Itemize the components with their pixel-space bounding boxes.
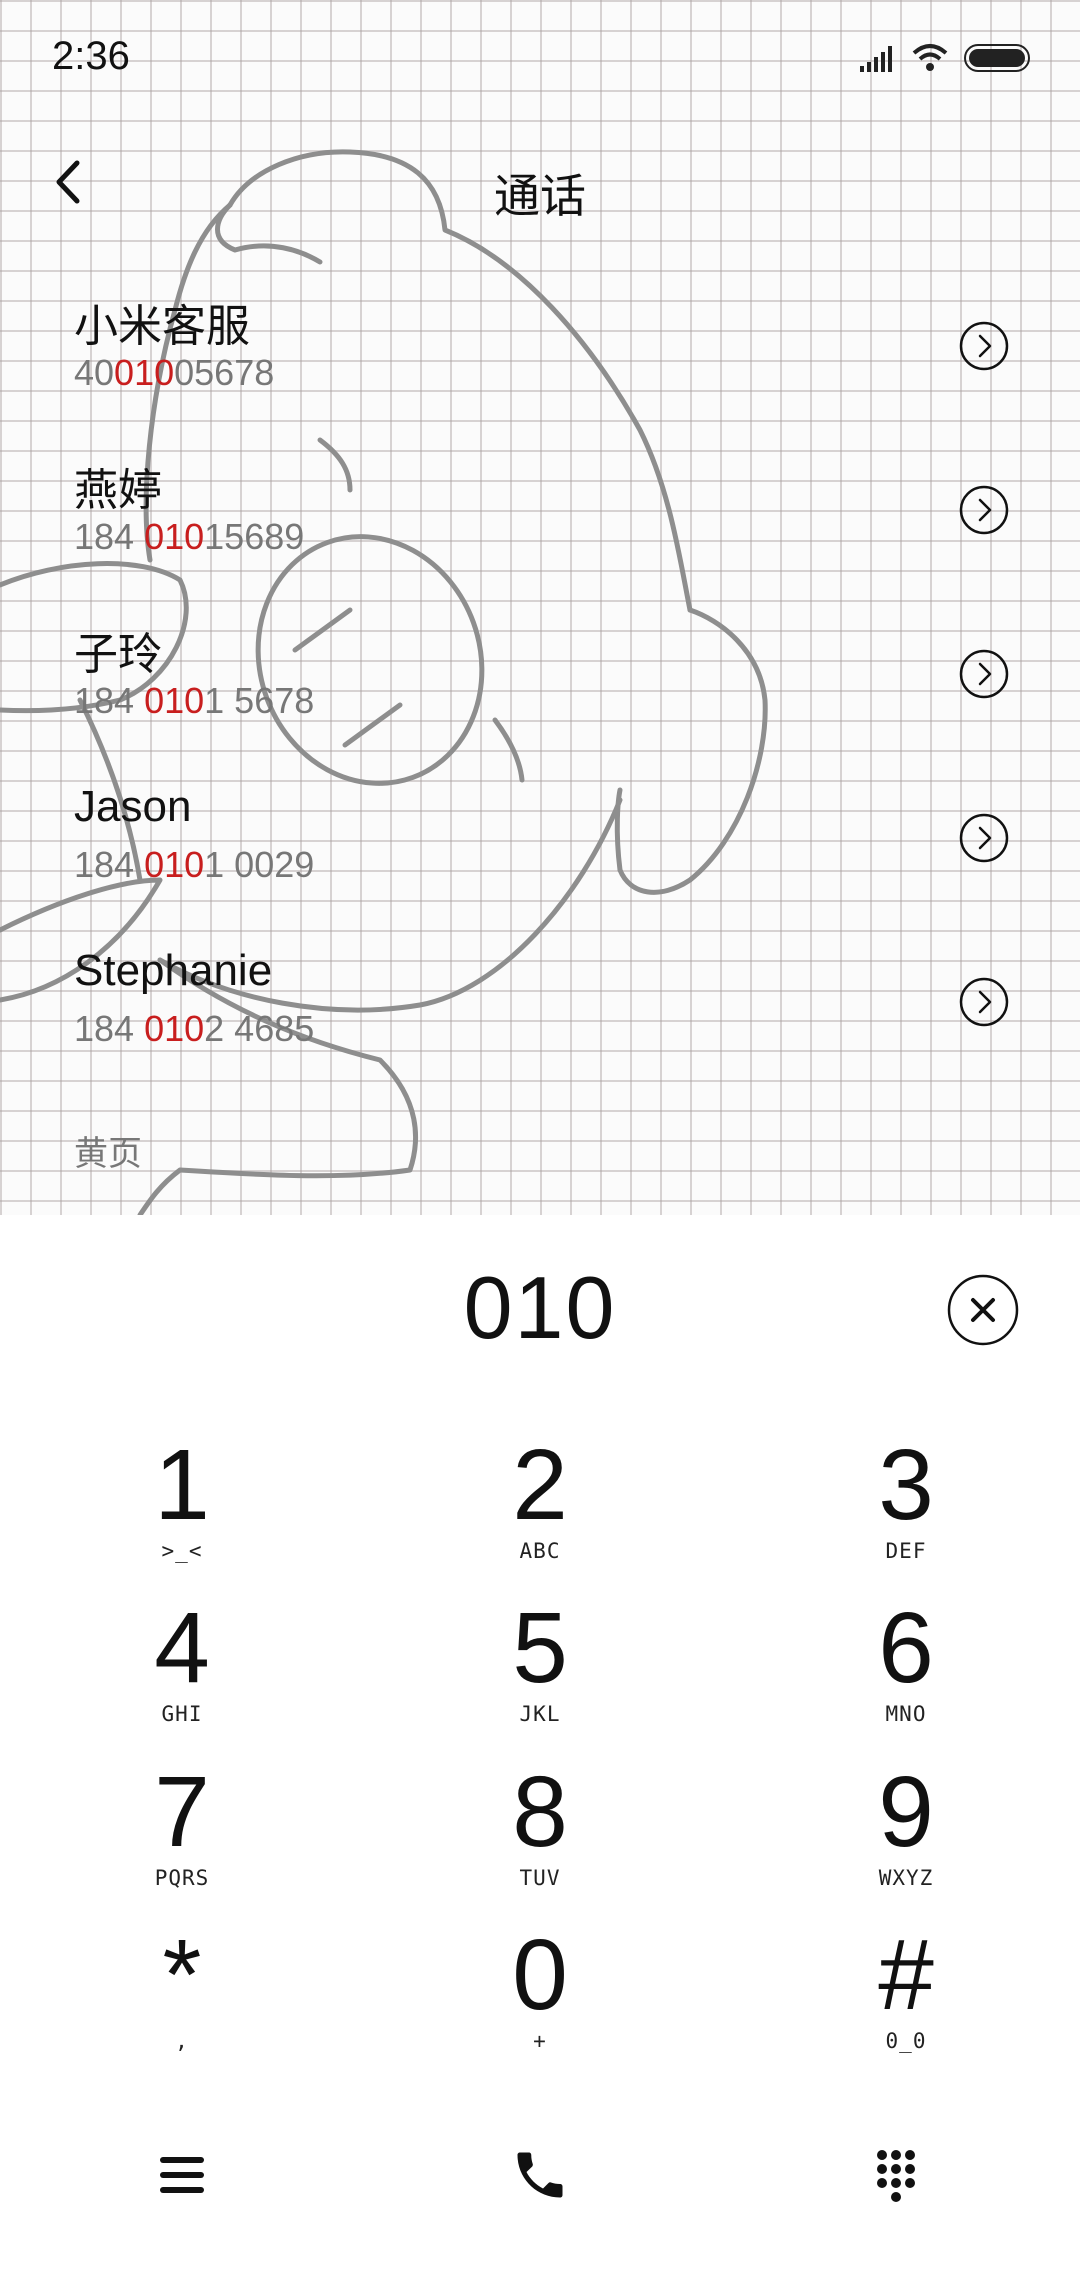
wifi-icon xyxy=(912,44,948,71)
key-digit: 5 xyxy=(512,1592,568,1704)
page-title: 通话 xyxy=(494,170,586,222)
key-letters: JKL xyxy=(519,1702,561,1726)
key-digit: 6 xyxy=(878,1592,934,1704)
key-7[interactable]: 7 PQRS xyxy=(82,1762,282,1912)
key-digit: 8 xyxy=(512,1756,568,1868)
list-item-contact[interactable]: Stephanie 184 0102 4685 xyxy=(0,946,1080,1096)
key-letters: MNO xyxy=(885,1702,927,1726)
contact-number: 184 01015689 xyxy=(74,516,305,557)
key-digit: 4 xyxy=(154,1592,210,1704)
status-time: 2:36 xyxy=(52,34,130,78)
chevron-circle-right-icon[interactable] xyxy=(958,976,1010,1028)
status-icons xyxy=(860,40,1032,76)
wallpaper-area: 2:36 通话 小米客服 4001005678 燕婷 184 01015689 … xyxy=(0,0,1080,1215)
key-digit: * xyxy=(162,1919,202,2031)
chevron-circle-right-icon[interactable] xyxy=(958,484,1010,536)
key-0[interactable]: 0 + xyxy=(440,1925,640,2075)
key-letters: >_< xyxy=(161,1539,203,1563)
key-digit: 9 xyxy=(878,1756,934,1868)
contact-name: 小米客服 xyxy=(74,302,250,351)
key-9[interactable]: 9 WXYZ xyxy=(806,1762,1006,1912)
key-letters: GHI xyxy=(161,1702,203,1726)
close-circle-icon[interactable] xyxy=(946,1273,1020,1347)
key-letters: TUV xyxy=(519,1866,561,1890)
key-hash[interactable]: # 0_0 xyxy=(806,1925,1006,2075)
status-bar: 2:36 xyxy=(0,0,1080,120)
phone-screen: 2:36 通话 小米客服 4001005678 燕婷 184 01015689 … xyxy=(0,0,1080,2280)
key-2[interactable]: 2 ABC xyxy=(440,1435,640,1585)
list-item-contact[interactable]: Jason 184 0101 0029 xyxy=(0,782,1080,932)
key-digit: # xyxy=(878,1919,934,2031)
key-letters: + xyxy=(533,2029,547,2053)
contact-number: 4001005678 xyxy=(74,352,275,393)
key-star[interactable]: * , xyxy=(82,1925,282,2075)
contact-number: 184 0101 0029 xyxy=(74,844,315,885)
chevron-circle-right-icon[interactable] xyxy=(958,812,1010,864)
contact-name: Jason xyxy=(74,782,192,831)
key-letters: , xyxy=(175,2029,189,2053)
contact-number: 184 0101 5678 xyxy=(74,680,315,721)
key-6[interactable]: 6 MNO xyxy=(806,1598,1006,1748)
keypad-icon xyxy=(877,2150,915,2202)
key-3[interactable]: 3 DEF xyxy=(806,1435,1006,1585)
contact-name: Stephanie xyxy=(74,946,273,995)
menu-icon xyxy=(160,2157,204,2193)
list-item-contact[interactable]: 燕婷 184 01015689 xyxy=(0,454,1080,604)
key-digit: 7 xyxy=(154,1756,210,1868)
call-button[interactable] xyxy=(500,2135,580,2215)
dialer-panel: 010 1 >_< 2 ABC 3 DEF 4 GHI 5 JKL 6 MNO … xyxy=(0,1215,1080,2280)
key-letters: PQRS xyxy=(154,1866,210,1890)
list-item-contact[interactable]: 小米客服 4001005678 xyxy=(0,290,1080,440)
key-digit: 2 xyxy=(512,1429,568,1541)
phone-icon xyxy=(517,2152,563,2198)
chevron-circle-right-icon[interactable] xyxy=(958,320,1010,372)
key-letters: 0_0 xyxy=(885,2029,927,2053)
keypad-toggle-button[interactable] xyxy=(856,2135,936,2215)
signal-icon xyxy=(860,46,892,72)
battery-icon xyxy=(964,44,1030,72)
contact-name: 燕婷 xyxy=(74,466,162,515)
key-digit: 0 xyxy=(512,1919,568,2031)
key-digit: 3 xyxy=(878,1429,934,1541)
menu-button[interactable] xyxy=(142,2135,222,2215)
key-letters: DEF xyxy=(885,1539,927,1563)
key-1[interactable]: 1 >_< xyxy=(82,1435,282,1585)
key-4[interactable]: 4 GHI xyxy=(82,1598,282,1748)
key-digit: 1 xyxy=(154,1429,210,1541)
yellow-pages-label[interactable]: 黄页 xyxy=(74,1126,142,1175)
dial-input-display[interactable]: 010 xyxy=(0,1257,1080,1359)
list-item-contact[interactable]: 子玲 184 0101 5678 xyxy=(0,618,1080,768)
chevron-circle-right-icon[interactable] xyxy=(958,648,1010,700)
contact-name: 子玲 xyxy=(74,630,162,679)
key-8[interactable]: 8 TUV xyxy=(440,1762,640,1912)
key-5[interactable]: 5 JKL xyxy=(440,1598,640,1748)
key-letters: WXYZ xyxy=(878,1866,934,1890)
key-letters: ABC xyxy=(519,1539,561,1563)
contact-number: 184 0102 4685 xyxy=(74,1008,315,1049)
